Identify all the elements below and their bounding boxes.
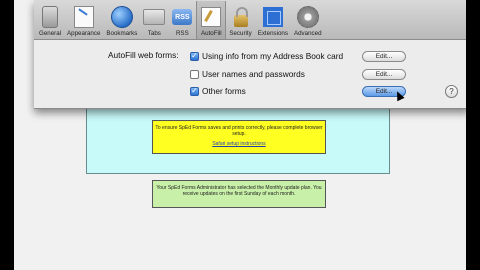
setup-notice: To ensure SpEd Forms saves and prints co… [152, 120, 326, 154]
update-plan-text: Your SpEd Forms Administrator has select… [156, 185, 322, 197]
advanced-icon [296, 6, 319, 28]
option-label: User names and passwords [202, 69, 305, 79]
preferences-toolbar: General Appearance Bookmarks Tabs RSS RS… [34, 0, 466, 40]
option-other-forms: ✓ Other forms [190, 84, 246, 98]
setup-instructions-link[interactable]: Safari setup instructions [153, 141, 325, 147]
general-icon [42, 6, 58, 28]
rss-icon: RSS [172, 9, 193, 25]
tab-general[interactable]: General [36, 1, 64, 39]
preferences-window: General Appearance Bookmarks Tabs RSS RS… [34, 0, 466, 109]
address-book-checkbox[interactable]: ✓ [190, 51, 199, 61]
appearance-icon [73, 6, 94, 28]
passwords-checkbox[interactable] [190, 69, 199, 79]
tab-label: Advanced [293, 30, 322, 37]
screen: To ensure SpEd Forms saves and prints co… [14, 0, 466, 270]
tab-rss[interactable]: RSS RSS [168, 1, 196, 39]
tab-label: Extensions [257, 30, 288, 37]
update-plan-notice: Your SpEd Forms Administrator has select… [152, 180, 326, 208]
extensions-icon [262, 7, 283, 27]
other-forms-checkbox[interactable]: ✓ [190, 86, 199, 96]
tab-label: Tabs [147, 30, 161, 37]
tab-autofill[interactable]: AutoFill [196, 1, 227, 39]
tab-label: RSS [175, 30, 189, 37]
tab-advanced[interactable]: Advanced [291, 1, 325, 39]
help-button[interactable]: ? [445, 85, 458, 98]
option-passwords: User names and passwords [190, 67, 305, 81]
edit-address-book-button[interactable]: Edit... [362, 51, 406, 62]
tab-bookmarks[interactable]: Bookmarks [103, 1, 140, 39]
setup-notice-text: To ensure SpEd Forms saves and prints co… [155, 125, 323, 137]
autofill-icon [201, 7, 222, 27]
edit-passwords-button[interactable]: Edit... [362, 69, 406, 80]
tab-label: General [39, 30, 62, 37]
tab-appearance[interactable]: Appearance [64, 1, 103, 39]
tab-extensions[interactable]: Extensions [255, 1, 291, 39]
option-label: Using info from my Address Book card [202, 51, 344, 61]
tabs-icon [143, 9, 166, 25]
autofill-section-label: AutoFill web forms: [108, 50, 179, 60]
bookmarks-icon [110, 6, 133, 28]
tab-label: Appearance [67, 30, 101, 37]
tab-tabs[interactable]: Tabs [140, 1, 168, 39]
tab-label: Security [229, 30, 252, 37]
security-icon [233, 7, 248, 27]
tab-security[interactable]: Security [226, 1, 254, 39]
tab-label: AutoFill [201, 30, 222, 37]
option-address-book: ✓ Using info from my Address Book card [190, 49, 343, 63]
tab-label: Bookmarks [106, 30, 138, 37]
option-label: Other forms [202, 86, 246, 96]
